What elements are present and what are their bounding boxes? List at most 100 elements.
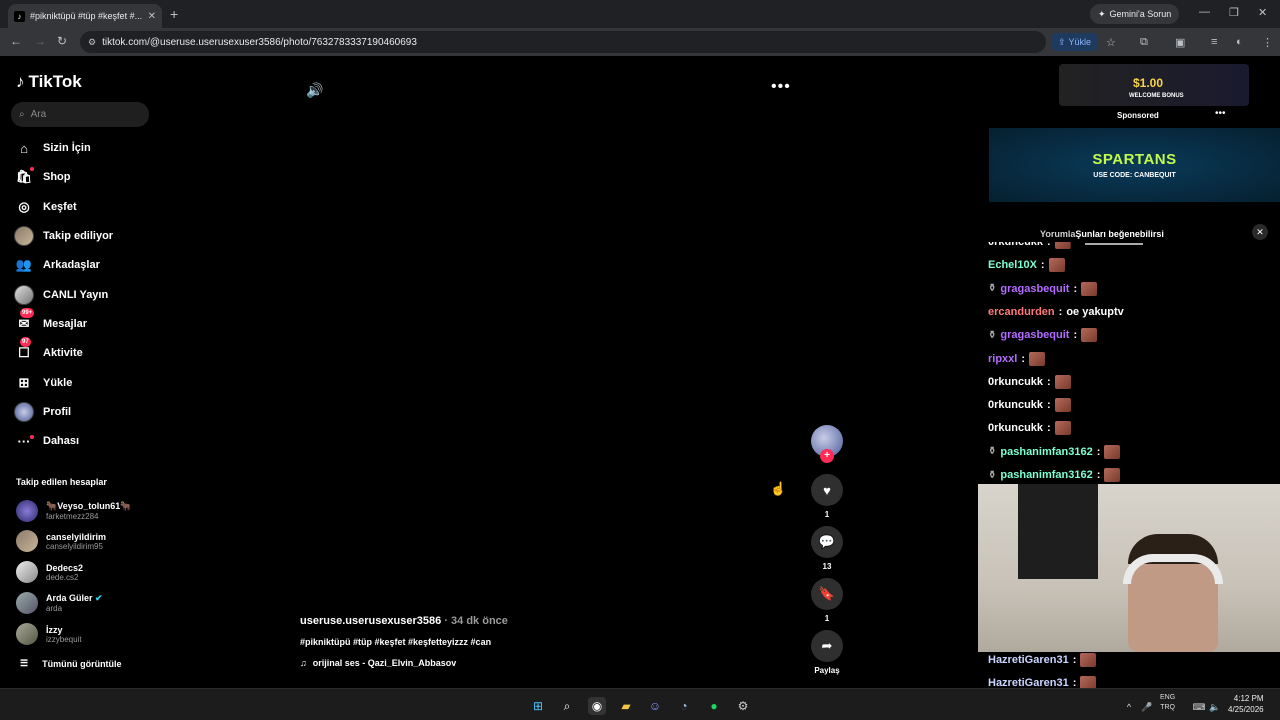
chat-separator: : xyxy=(1058,305,1063,318)
following-accounts-title: Takip edilen hesaplar xyxy=(16,477,107,487)
chat-separator: : xyxy=(1096,469,1101,481)
chat-username[interactable]: ercandurden xyxy=(988,306,1055,318)
account-item[interactable]: 🐂Veyso_tolun61🐂 farketmezz284 xyxy=(16,499,131,523)
volume-tray-icon[interactable]: 🔈 xyxy=(1206,698,1224,716)
menu-icon[interactable]: ⋮ xyxy=(1262,36,1273,49)
nav-label: Dahası xyxy=(43,435,80,447)
tab-title: #pikniktüpü #tüp #keşfet #... xyxy=(30,11,143,21)
maximize-icon[interactable]: ❐ xyxy=(1229,6,1239,19)
spotify-icon[interactable]: ● xyxy=(705,697,723,715)
clock[interactable]: 4:12 PM 4/25/2026 xyxy=(1228,693,1264,715)
tiktok-logo[interactable]: ♪ TikTok xyxy=(16,72,82,92)
account-handle: dede.cs2 xyxy=(46,572,79,582)
tab-comments[interactable]: Yorumla xyxy=(1040,229,1075,239)
nav-explore[interactable]: ◎ Keşfet xyxy=(14,196,76,218)
chat-username[interactable]: 0rkuncukk xyxy=(988,422,1043,434)
profile-icon[interactable]: ◐ xyxy=(1236,36,1243,48)
account-item[interactable]: Dedecs2 dede.cs2 xyxy=(16,560,83,584)
chat-username[interactable]: HazretiGaren31 xyxy=(988,654,1069,666)
chat-separator: : xyxy=(1072,654,1077,666)
chat-username[interactable]: Echel10X xyxy=(988,259,1037,271)
more-options-icon[interactable]: ••• xyxy=(771,78,791,96)
close-tab-icon[interactable]: ✕ xyxy=(148,11,156,22)
follow-plus-icon[interactable]: + xyxy=(820,449,834,463)
chat-username[interactable]: ripxxl xyxy=(988,353,1017,365)
nav-friends[interactable]: 👥 Arkadaşlar xyxy=(14,254,100,276)
account-item[interactable]: Arda Güler ✔ arda xyxy=(16,591,103,615)
share-icon: ➦ xyxy=(811,630,843,662)
account-item[interactable]: canselyildirim canselyildirim95 xyxy=(16,529,106,553)
nav-activity[interactable]: ☐ 97 Aktivite xyxy=(14,337,83,364)
spartans-ad[interactable]: SPARTANS USE CODE: CANBEQUIT xyxy=(989,128,1280,202)
comment-button[interactable]: 💬 13 xyxy=(810,526,844,571)
nav-for-you[interactable]: ⌂ Sizin İçin xyxy=(14,137,91,159)
site-info-icon[interactable]: ⚙ xyxy=(88,37,96,48)
minimize-icon[interactable]: — xyxy=(1199,6,1210,18)
video-player[interactable]: 🔊 ••• + ♥ 1 💬 13 🔖 1 ➦ Paylaş ☝ useruse.… xyxy=(160,56,1002,688)
like-button[interactable]: ♥ 1 xyxy=(810,474,844,519)
chat-username[interactable]: gragasbequit xyxy=(1000,283,1069,295)
chrome-icon[interactable]: ◉ xyxy=(588,697,606,715)
nav-live[interactable]: CANLI Yayın xyxy=(14,284,108,306)
music-title: orijinal ses - Qazi_Elvin_Abbasov xyxy=(312,658,457,668)
upload-label: Yükle xyxy=(1068,37,1092,47)
browser-tab[interactable]: ♪ #pikniktüpü #tüp #keşfet #... ✕ xyxy=(8,4,162,28)
taskbar-search-icon[interactable]: ⌕ xyxy=(558,697,576,715)
chat-username[interactable]: gragasbequit xyxy=(1000,329,1069,341)
sponsored-ad[interactable]: $1.00 WELCOME BONUS Sponsored ••• SPARTA… xyxy=(989,64,1280,202)
nav-profile[interactable]: Profil xyxy=(14,401,71,423)
author-username[interactable]: useruse.userusexuser3586 xyxy=(300,615,441,627)
save-count: 1 xyxy=(824,614,830,623)
chat-emote xyxy=(1081,281,1098,296)
sidepanel-icon[interactable]: ▣ xyxy=(1175,36,1185,49)
back-icon[interactable]: ← xyxy=(10,34,22,48)
search-input[interactable]: ⌕ Ara xyxy=(11,102,149,127)
upload-button[interactable]: ⇪ Yükle xyxy=(1052,33,1098,51)
video-music[interactable]: ♫ orijinal ses - Qazi_Elvin_Abbasov xyxy=(300,658,456,668)
address-bar[interactable]: ⚙ tiktok.com/@useruse.userusexuser3586/p… xyxy=(80,31,1046,53)
activity-icon: ☐ 97 xyxy=(18,337,31,360)
new-tab-button[interactable]: + xyxy=(170,6,178,22)
account-handle: farketmezz284 xyxy=(46,512,99,521)
close-panel-icon[interactable]: ✕ xyxy=(1252,224,1268,240)
volume-icon[interactable]: 🔊 xyxy=(306,82,323,99)
bookmark-star-icon[interactable]: ☆ xyxy=(1106,36,1116,49)
discord-icon[interactable]: ☺ xyxy=(646,697,664,715)
file-explorer-icon[interactable]: ▰ xyxy=(617,697,635,715)
avatar xyxy=(16,500,38,522)
nav-upload[interactable]: ⊞ Yükle xyxy=(14,372,73,394)
account-item[interactable]: İzzy izzybequit xyxy=(16,622,82,646)
gemini-icon: ✦ xyxy=(1098,8,1106,19)
steam-icon[interactable]: ◔ xyxy=(675,697,693,715)
forward-icon[interactable]: → xyxy=(34,34,46,48)
reload-icon[interactable]: ↻ xyxy=(57,34,67,48)
save-button[interactable]: 🔖 1 xyxy=(810,578,844,623)
tray-chevron-icon[interactable]: ^ xyxy=(1120,698,1138,716)
chat-username[interactable]: 0rkuncukk xyxy=(988,376,1043,388)
ad-menu-icon[interactable]: ••• xyxy=(1215,108,1226,119)
tab-suggestions[interactable]: Şunları beğenebilirsi xyxy=(1075,229,1164,239)
comment-icon: 💬 xyxy=(811,526,843,558)
mic-icon[interactable]: 🎤 xyxy=(1138,698,1156,716)
windows-start-icon[interactable]: ⊞ xyxy=(529,697,547,715)
chat-message: ⚱ pashanimfan3162: xyxy=(988,442,1121,462)
video-hashtags[interactable]: #pikniktüpü #tüp #keşfet #keşfetteyizzz … xyxy=(300,637,491,647)
language-indicator[interactable]: ENG TRQ xyxy=(1160,693,1175,713)
see-all-button[interactable]: ☰ Tümünü görüntüle xyxy=(20,658,122,669)
chat-username[interactable]: pashanimfan3162 xyxy=(1000,446,1092,458)
app-icon[interactable]: ⚙ xyxy=(734,697,752,715)
share-button[interactable]: ➦ Paylaş xyxy=(810,630,844,675)
account-name: Dedecs2 xyxy=(46,562,84,573)
extensions-icon[interactable]: ⧉ xyxy=(1140,36,1148,49)
nav-shop[interactable]: 🛍 Shop xyxy=(14,166,71,188)
nav-following[interactable]: Takip ediliyor xyxy=(14,225,113,247)
video-author[interactable]: useruse.userusexuser3586 · 34 dk önce xyxy=(300,615,508,627)
nav-messages[interactable]: ✉ 99+ Mesajlar xyxy=(14,308,87,335)
nav-more[interactable]: ··· Dahası xyxy=(14,430,80,452)
close-window-icon[interactable]: ✕ xyxy=(1258,6,1267,19)
upload-plus-icon: ⊞ xyxy=(18,375,30,390)
chat-username[interactable]: pashanimfan3162 xyxy=(1000,469,1092,481)
media-icon[interactable]: ≡ xyxy=(1211,36,1217,48)
chat-username[interactable]: 0rkuncukk xyxy=(988,399,1043,411)
gemini-button[interactable]: ✦ Gemini'a Sorun xyxy=(1090,4,1180,24)
